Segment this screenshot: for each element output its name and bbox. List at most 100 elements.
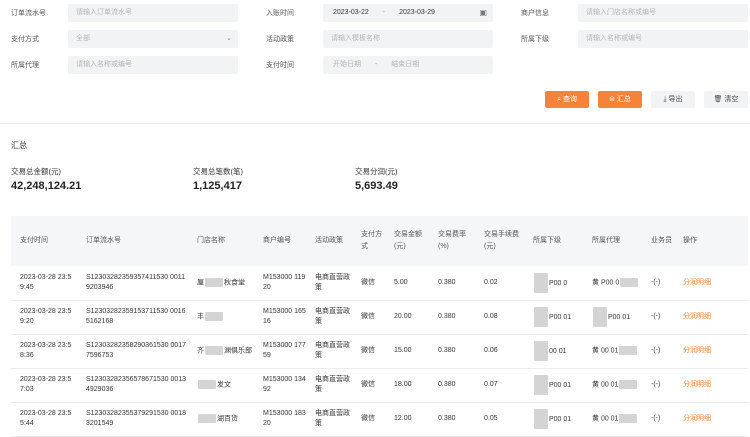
profit-detail-link[interactable]: 分润明细: [683, 313, 711, 320]
search-icon: ⌕: [557, 96, 561, 103]
redacted-block: [205, 277, 223, 287]
cell-agent: 黄 00 01: [583, 402, 642, 436]
cell-order: S12303282356578671530 00134929036: [86, 376, 187, 393]
query-button[interactable]: ⌕ 查询: [545, 91, 589, 108]
cell-sales: -(-): [651, 381, 661, 388]
entry-time-start[interactable]: 2023-03-22: [333, 9, 369, 16]
table-row: 2023-03-28 23:58:36 S1230328235829036153…: [11, 334, 748, 368]
cell-amount: 20.00: [394, 313, 412, 320]
filter-row-1: 订单流水号 请输入订单流水号 入账时间 2023-03-22 - 2023-03…: [0, 3, 750, 23]
cell-mch: M153000 17759: [263, 342, 306, 359]
cell-op[interactable]: 分润明细: [674, 368, 748, 402]
cell-pay: 微信: [361, 278, 375, 286]
calendar-icon: ▣: [479, 8, 487, 17]
cell-time: 2023-03-28 23:55:44: [20, 410, 72, 427]
cell-mch: M153000 11920: [263, 273, 306, 291]
merchant-info-placeholder: 请输入门店名称或编号: [586, 9, 656, 16]
cell-time: 2023-03-28 23:57:03: [20, 376, 72, 393]
redacted-block: [534, 272, 548, 293]
cell-amount: 18.00: [394, 381, 412, 388]
pay-method-select[interactable]: 全部 ⌄: [68, 30, 238, 48]
pay-time-range[interactable]: 开始日期 - 结束日期: [323, 56, 493, 74]
redacted-block: [534, 341, 548, 361]
profit-detail-link[interactable]: 分润明细: [683, 415, 711, 422]
store-prefix: 丰: [197, 313, 204, 321]
cell-policy: 电商直营政策: [315, 308, 350, 325]
th-order-no: 订单流水号: [86, 237, 121, 244]
total-count-label: 交易总笔数(笔): [193, 167, 243, 176]
entry-time-label: 入账时间: [266, 10, 294, 17]
cell-agent: 黄 00 01: [583, 334, 642, 368]
cell-sub: P00 01: [524, 368, 583, 402]
cell-amount: 12.00: [394, 415, 412, 422]
pay-time-label: 支付时间: [266, 62, 294, 69]
redacted-block: [198, 413, 216, 423]
agent-text: 黄 00 01: [592, 415, 619, 423]
cell-op[interactable]: 分润明细: [674, 266, 748, 300]
cell-op[interactable]: 分润明细: [674, 334, 748, 368]
store-prefix: 齐: [197, 347, 204, 355]
cell-op[interactable]: 分润明细: [674, 402, 748, 436]
summary-title: 汇总: [11, 141, 27, 150]
table-row: 2023-03-28 23:59:20 S1230328235915371153…: [11, 300, 748, 334]
table-row: 2023-03-28 23:55:44 S1230328235537929153…: [11, 402, 748, 436]
cell-store: 齐 渊俱乐部: [188, 334, 254, 368]
activity-policy-input[interactable]: 请输入模板名称: [323, 30, 493, 48]
th-pay-time: 支付时间: [20, 237, 48, 244]
store-suffix: 发文: [217, 381, 231, 389]
redacted-block: [619, 379, 638, 389]
cell-policy: 电商直营政策: [315, 273, 350, 291]
profit-detail-link[interactable]: 分润明细: [683, 347, 711, 354]
cell-fee: 0.05: [484, 415, 498, 422]
sub-text: P00 0: [549, 279, 568, 287]
redacted-block: [205, 311, 223, 321]
table-row: 2023-03-28 23:57:03 S1230328235657867153…: [11, 368, 748, 402]
sub-text: 00 01: [549, 347, 567, 355]
cell-order: S12303282359357411530 00119203946: [86, 273, 186, 291]
cell-sales: -(-): [651, 415, 661, 422]
sub-text: P00 01: [549, 415, 572, 423]
merchant-info-input[interactable]: 请输入门店名称或编号: [578, 4, 748, 22]
clear-button-label: 清空: [724, 96, 739, 103]
pay-time-start[interactable]: 开始日期: [333, 61, 361, 68]
cell-order: S12303282355379291530 00183201549: [86, 410, 187, 427]
redacted-block: [619, 413, 638, 423]
entry-time-sep: -: [382, 9, 386, 16]
cell-store: 厘 秋食堂: [188, 266, 254, 300]
redacted-block: [198, 379, 216, 389]
cell-rate: 0.380: [438, 381, 456, 388]
order-no-input[interactable]: 请输入订单流水号: [68, 4, 238, 22]
total-count-value: 1,125,417: [193, 180, 242, 192]
activity-policy-label: 活动政策: [266, 36, 294, 43]
export-button[interactable]: ⤓ 导出: [651, 91, 695, 108]
filter-row-3: 所属代理 请输入名称或编号 支付时间 开始日期 - 结束日期: [0, 55, 750, 75]
transactions-table: 支付时间 订单流水号 门店名称 商户编号 活动政策 支付方式 交易金额(元) 交…: [11, 216, 748, 437]
store-suffix: 渊俱乐部: [224, 347, 252, 355]
cell-rate: 0.380: [438, 313, 456, 320]
profit-detail-link[interactable]: 分润明细: [683, 381, 711, 388]
cell-policy: 电商直营政策: [315, 410, 350, 427]
clear-button[interactable]: 🗑 清空: [704, 91, 748, 108]
cell-order: S12303282359153711530 00165162168: [86, 308, 186, 325]
order-no-placeholder: 请输入订单流水号: [76, 9, 132, 16]
sub-text: P00 01: [549, 313, 572, 321]
entry-time-end[interactable]: 2023-03-29: [399, 9, 435, 16]
profit-detail-link[interactable]: 分润明细: [683, 279, 711, 286]
belong-agent-input[interactable]: 请输入名称或编号: [68, 56, 238, 74]
pay-method-value: 全部: [76, 35, 90, 42]
table-row: 2023-03-28 23:59:45 S1230328235935741153…: [11, 266, 748, 300]
table-header: 支付时间 订单流水号 门店名称 商户编号 活动政策 支付方式 交易金额(元) 交…: [11, 216, 748, 266]
cell-op[interactable]: 分润明细: [674, 300, 748, 334]
cell-agent: P00 01: [583, 300, 642, 334]
cell-time: 2023-03-28 23:58:36: [20, 342, 72, 359]
entry-time-range[interactable]: 2023-03-22 - 2023-03-29 ▣: [323, 4, 493, 22]
redacted-block: [205, 345, 223, 355]
cell-amount: 15.00: [394, 347, 412, 354]
summary-button[interactable]: ⊜ 汇总: [598, 91, 642, 108]
download-icon: ⤓: [663, 96, 667, 103]
chevron-down-icon: ⌄: [226, 35, 232, 42]
belong-sub-input[interactable]: 请输入名称或编号: [578, 30, 748, 48]
total-amount-value: 42,248,124.21: [11, 180, 82, 192]
pay-time-end[interactable]: 结束日期: [391, 61, 419, 68]
pay-method-label: 支付方式: [11, 36, 39, 43]
